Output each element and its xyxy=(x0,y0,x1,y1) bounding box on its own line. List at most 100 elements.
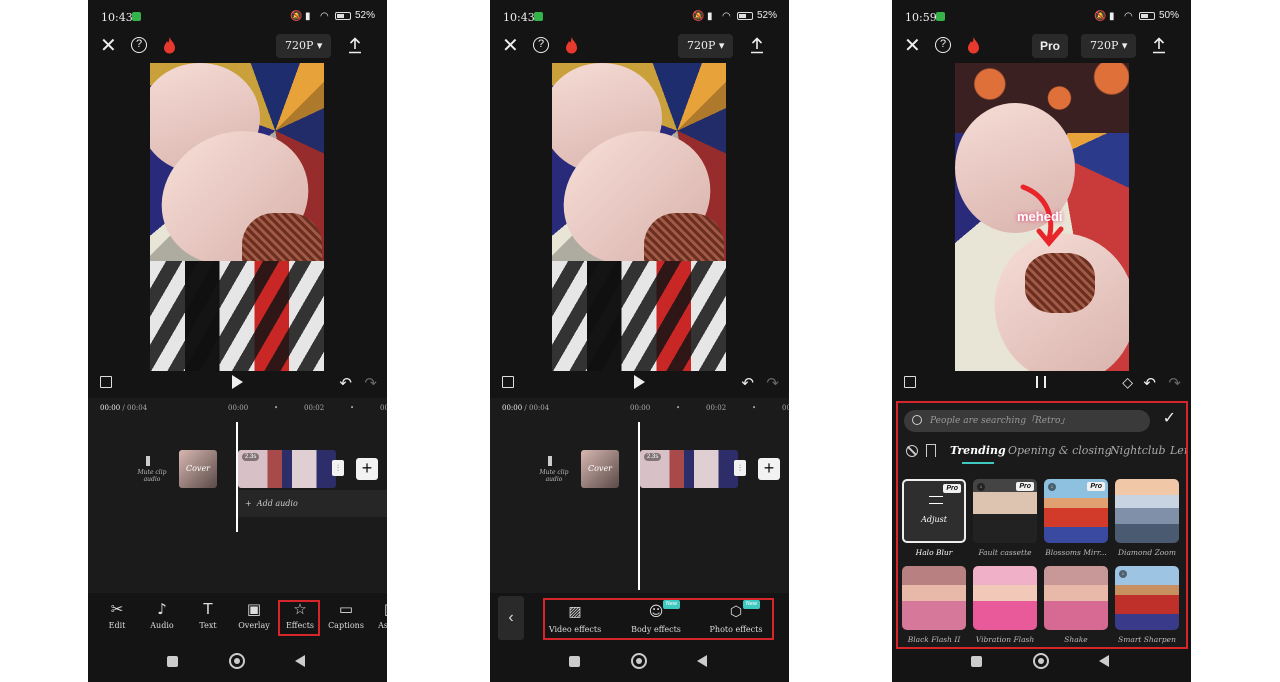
resolution-button[interactable]: 720P ▾ xyxy=(276,34,332,58)
pause-icon[interactable] xyxy=(1036,376,1046,388)
system-nav-bar xyxy=(490,650,789,674)
clip-trim-handle[interactable]: ⫶ xyxy=(332,460,344,476)
tool-overlay[interactable]: ▣ Overlay xyxy=(232,600,276,630)
captions-icon: ▭ xyxy=(338,600,354,618)
speaker-icon xyxy=(146,456,158,466)
home-icon[interactable] xyxy=(1033,653,1049,669)
close-icon[interactable]: ✕ xyxy=(502,36,519,56)
undo-icon[interactable]: ↶ xyxy=(741,374,754,392)
flame-icon[interactable] xyxy=(564,36,579,55)
redo-icon[interactable]: ↷ xyxy=(766,374,779,392)
scissors-icon: ✂ xyxy=(110,600,124,618)
text-icon: T xyxy=(203,600,213,618)
home-icon[interactable] xyxy=(631,653,647,669)
help-icon[interactable]: ? xyxy=(935,37,951,53)
speaker-icon xyxy=(548,456,560,466)
playhead[interactable] xyxy=(638,422,640,590)
timeline[interactable]: 00:00 / 00:04 00:00 • 00:02 • 00 Mute cl… xyxy=(490,398,789,593)
battery-icon xyxy=(736,11,753,20)
status-bar: 10:43 🔕 ▮ ◠ 52% xyxy=(490,0,789,30)
status-bar: 10:43 🔕 ▮ ◠ 52% xyxy=(88,0,387,30)
mute-clip-audio-button[interactable]: Mute clip audio xyxy=(538,456,570,483)
mute-clip-audio-button[interactable]: Mute clip audio xyxy=(136,456,168,483)
tool-aspect[interactable]: ▯Aspe xyxy=(366,600,387,630)
playback-controls: ↶ ↷ xyxy=(490,374,789,392)
tool-text[interactable]: T Text xyxy=(186,600,230,630)
editor-screen-2: 10:43 🔕 ▮ ◠ 52% ✕ ? 720P ▾ ↶ ↷ 00:00 / 0… xyxy=(490,0,789,682)
fullscreen-icon[interactable] xyxy=(904,376,916,388)
effects-panel: People are searching「Retro」 ✓ Trending O… xyxy=(896,401,1188,649)
help-icon[interactable]: ? xyxy=(131,37,147,53)
undo-icon[interactable]: ↶ xyxy=(339,374,352,392)
play-icon[interactable] xyxy=(634,375,645,389)
cover-button[interactable]: Cover xyxy=(179,450,217,488)
mute-icon: 🔕 xyxy=(289,11,303,22)
resolution-button[interactable]: 720P ▾ xyxy=(1081,34,1137,58)
tool-captions[interactable]: ▭ Captions xyxy=(324,600,368,630)
editor-screen-1: 10:43 🔕 ▮ ◠ 52% ✕ ? 720P ▾ ↶ ↷ 00:00 / 0… xyxy=(88,0,387,682)
chevron-left-icon[interactable]: ‹ xyxy=(498,596,524,640)
status-time: 10:43 xyxy=(101,11,133,24)
clip-duration: 2.3s xyxy=(644,453,662,461)
help-icon[interactable]: ? xyxy=(533,37,549,53)
undo-icon[interactable]: ↶ xyxy=(1143,374,1156,392)
effects-panel-highlight-box xyxy=(896,401,1188,649)
preview-text-sticker[interactable]: mehedi xyxy=(1017,209,1063,224)
video-clip[interactable]: 2.3s xyxy=(640,450,738,488)
redo-icon[interactable]: ↷ xyxy=(364,374,377,392)
flame-icon[interactable] xyxy=(966,36,981,55)
keyframe-icon[interactable]: ◇ xyxy=(1122,374,1133,391)
video-preview[interactable]: mehedi xyxy=(955,63,1129,371)
pro-button[interactable]: Pro xyxy=(1032,34,1069,58)
status-time: 10:43 xyxy=(503,11,535,24)
back-icon[interactable] xyxy=(295,655,305,667)
back-icon[interactable] xyxy=(697,655,707,667)
battery-icon xyxy=(1138,11,1155,20)
tool-audio[interactable]: ♪ Audio xyxy=(140,600,184,630)
signal-icon: ▮ xyxy=(1108,11,1115,22)
resolution-button[interactable]: 720P ▾ xyxy=(678,34,734,58)
fullscreen-icon[interactable] xyxy=(100,376,112,388)
battery-percent: 52% xyxy=(354,10,375,21)
export-icon[interactable] xyxy=(1151,36,1167,54)
time-readout: 00:00 / 00:04 xyxy=(502,404,550,412)
music-note-icon: ♪ xyxy=(157,600,167,618)
battery-percent: 52% xyxy=(756,10,777,21)
playhead[interactable] xyxy=(236,422,238,532)
recents-icon[interactable] xyxy=(971,656,982,667)
wifi-icon: ◠ xyxy=(319,11,329,22)
home-icon[interactable] xyxy=(229,653,245,669)
add-audio-button[interactable]: + Add audio xyxy=(238,490,387,517)
recents-icon[interactable] xyxy=(167,656,178,667)
video-clip[interactable]: 2.3s xyxy=(238,450,336,488)
export-icon[interactable] xyxy=(749,36,765,54)
top-bar: ✕ ? 720P ▾ xyxy=(88,34,387,60)
effects-screen: 10:59 🔕 ▮ ◠ 50% ✕ ? Pro 720P ▾ mehedi ◇ xyxy=(892,0,1191,682)
tool-edit[interactable]: ✂ Edit xyxy=(95,600,139,630)
fullscreen-icon[interactable] xyxy=(502,376,514,388)
status-bar: 10:59 🔕 ▮ ◠ 50% xyxy=(892,0,1191,30)
wifi-icon: ◠ xyxy=(721,11,731,22)
recents-icon[interactable] xyxy=(569,656,580,667)
top-bar: ✕ ? Pro 720P ▾ xyxy=(892,34,1191,60)
timeline[interactable]: 00:00 / 00:04 00:00 • 00:02 • 00 Mute cl… xyxy=(88,398,387,593)
clip-trim-handle[interactable]: ⫶ xyxy=(734,460,746,476)
cover-button[interactable]: Cover xyxy=(581,450,619,488)
export-icon[interactable] xyxy=(347,36,363,54)
app-notification-icon xyxy=(132,12,141,21)
video-preview[interactable] xyxy=(150,63,324,371)
close-icon[interactable]: ✕ xyxy=(100,36,117,56)
overlay-icon: ▣ xyxy=(246,600,262,618)
video-preview[interactable] xyxy=(552,63,726,371)
playback-controls: ◇ ↶ ↷ xyxy=(892,374,1191,392)
signal-icon: ▮ xyxy=(706,11,713,22)
app-notification-icon xyxy=(936,12,945,21)
flame-icon[interactable] xyxy=(162,36,177,55)
add-clip-button[interactable]: + xyxy=(356,458,378,480)
close-icon[interactable]: ✕ xyxy=(904,36,921,56)
redo-icon[interactable]: ↷ xyxy=(1168,374,1181,392)
battery-percent: 50% xyxy=(1158,10,1179,21)
add-clip-button[interactable]: + xyxy=(758,458,780,480)
back-icon[interactable] xyxy=(1099,655,1109,667)
play-icon[interactable] xyxy=(232,375,243,389)
